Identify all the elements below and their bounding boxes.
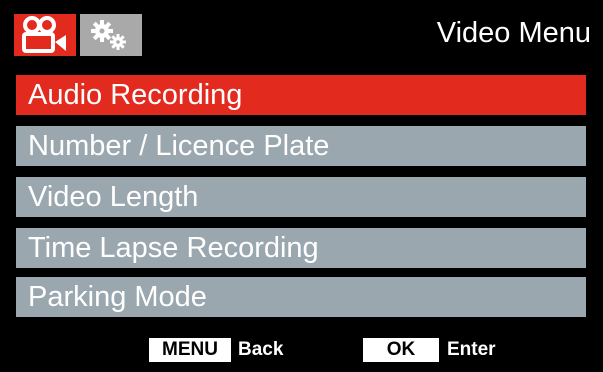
menu-item-parking-mode[interactable]: Parking Mode	[16, 277, 586, 317]
footer-bar: MENU Back OK Enter	[0, 328, 603, 372]
header-bar: Video Menu	[0, 0, 603, 64]
back-label: Back	[238, 339, 284, 360]
page-title: Video Menu	[436, 17, 591, 49]
menu-key[interactable]: MENU	[149, 338, 231, 362]
menu-item-number-licence-plate[interactable]: Number / Licence Plate	[16, 126, 586, 166]
menu-item-video-length[interactable]: Video Length	[16, 177, 586, 217]
tab-settings[interactable]	[80, 14, 142, 56]
tab-video[interactable]	[14, 14, 76, 56]
menu-item-time-lapse-recording[interactable]: Time Lapse Recording	[16, 228, 586, 268]
menu-list: Audio Recording Number / Licence Plate V…	[0, 64, 603, 328]
ok-key[interactable]: OK	[363, 338, 439, 362]
enter-label: Enter	[447, 339, 496, 360]
dashcam-screen: Video Menu Audio Recording Number / Lice…	[0, 0, 603, 372]
menu-item-audio-recording[interactable]: Audio Recording	[16, 75, 586, 115]
